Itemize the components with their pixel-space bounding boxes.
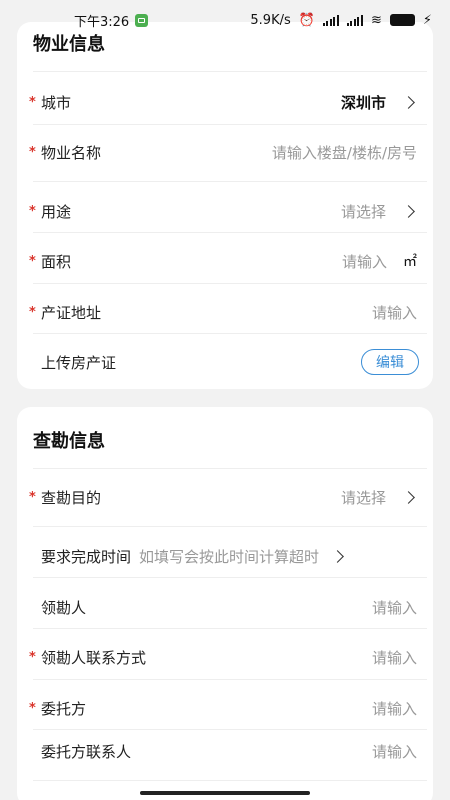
wifi-icon: ≋ xyxy=(370,12,382,28)
lead-surveyor-label: 领勘人 xyxy=(41,598,87,617)
lead-contact-input[interactable]: 请输入 xyxy=(372,647,417,668)
divider xyxy=(33,71,427,72)
divider xyxy=(33,577,427,578)
area-row[interactable]: * 面积 请输入 ㎡ xyxy=(17,239,433,283)
divider xyxy=(33,333,427,334)
home-indicator[interactable] xyxy=(140,791,310,795)
certificate-address-input[interactable]: 请输入 xyxy=(372,302,417,323)
survey-purpose-row[interactable]: * 查勘目的 请选择 xyxy=(17,475,433,519)
divider xyxy=(33,679,427,680)
edit-button[interactable]: 编辑 xyxy=(361,349,419,375)
required-mark: * xyxy=(29,700,36,716)
area-label: 面积 xyxy=(41,252,72,271)
city-value: 深圳市 xyxy=(340,93,386,112)
property-name-row[interactable]: * 物业名称 请输入楼盘/楼栋/房号 xyxy=(17,130,433,174)
client-contact-label: 委托方联系人 xyxy=(41,742,132,761)
divider xyxy=(33,526,427,527)
survey-info-card: 查勘信息 * 查勘目的 请选择 要求完成时间 如填写会按此时间计算超时 领勘人 … xyxy=(17,407,433,800)
upload-certificate-label: 上传房产证 xyxy=(41,353,117,372)
client-row[interactable]: * 委托方 请输入 xyxy=(17,686,433,730)
usage-row[interactable]: * 用途 请选择 xyxy=(17,189,433,233)
deadline-input[interactable]: 如填写会按此时间计算超时 xyxy=(139,546,319,567)
lead-contact-label: 领勘人联系方式 xyxy=(41,648,147,667)
certificate-address-row[interactable]: * 产证地址 请输入 xyxy=(17,290,433,334)
status-time: 下午3:26 xyxy=(74,14,130,30)
divider xyxy=(33,468,427,469)
usage-select[interactable]: 请选择 xyxy=(341,201,386,222)
network-speed: 5.9K/s xyxy=(250,12,291,28)
area-input[interactable]: 请输入 xyxy=(342,251,387,272)
chevron-right-icon xyxy=(402,204,415,218)
status-bar: 下午3:26 5.9K/s ⏰ ≋ 62 ⚡ xyxy=(0,0,450,40)
required-mark: * xyxy=(29,649,36,665)
chevron-right-icon xyxy=(402,95,415,109)
city-label: 城市 xyxy=(41,93,72,112)
lead-surveyor-row[interactable]: 领勘人 请输入 xyxy=(17,585,433,629)
client-input[interactable]: 请输入 xyxy=(372,698,417,719)
divider xyxy=(33,780,427,781)
required-mark: * xyxy=(29,203,36,219)
required-mark: * xyxy=(29,489,36,505)
battery-icon: 62 xyxy=(389,14,415,26)
survey-purpose-label: 查勘目的 xyxy=(41,488,102,507)
survey-purpose-select[interactable]: 请选择 xyxy=(341,487,386,508)
required-mark: * xyxy=(29,253,36,269)
upload-certificate-row: 上传房产证 编辑 xyxy=(17,340,433,384)
charging-icon: ⚡ xyxy=(422,12,432,28)
divider xyxy=(33,283,427,284)
certificate-address-label: 产证地址 xyxy=(41,303,102,322)
lead-contact-row[interactable]: * 领勘人联系方式 请输入 xyxy=(17,635,433,679)
divider xyxy=(33,232,427,233)
signal-icon-2 xyxy=(346,14,363,26)
section-title-survey: 查勘信息 xyxy=(33,431,105,452)
client-contact-input[interactable]: 请输入 xyxy=(372,741,417,762)
property-name-input[interactable]: 请输入楼盘/楼栋/房号 xyxy=(272,142,417,163)
city-row[interactable]: * 城市 深圳市 xyxy=(17,80,433,124)
deadline-row[interactable]: 要求完成时间 如填写会按此时间计算超时 xyxy=(17,534,433,578)
usage-label: 用途 xyxy=(41,202,72,221)
required-mark: * xyxy=(29,304,36,320)
chevron-right-icon xyxy=(331,549,344,563)
divider xyxy=(33,628,427,629)
app-notification-icon xyxy=(135,13,149,27)
alarm-icon: ⏰ xyxy=(298,12,315,28)
chevron-right-icon xyxy=(402,490,415,504)
lead-surveyor-input[interactable]: 请输入 xyxy=(372,597,417,618)
divider xyxy=(33,124,427,125)
area-unit: ㎡ xyxy=(403,254,417,270)
client-contact-row[interactable]: 委托方联系人 请输入 xyxy=(17,729,433,773)
required-mark: * xyxy=(29,144,36,160)
required-mark: * xyxy=(29,94,36,110)
property-name-label: 物业名称 xyxy=(41,143,102,162)
property-info-card: 物业信息 * 城市 深圳市 * 物业名称 请输入楼盘/楼栋/房号 * 用途 请选… xyxy=(17,22,433,389)
signal-icon xyxy=(322,14,339,26)
client-label: 委托方 xyxy=(41,699,87,718)
deadline-label: 要求完成时间 xyxy=(41,547,132,566)
divider xyxy=(33,181,427,182)
